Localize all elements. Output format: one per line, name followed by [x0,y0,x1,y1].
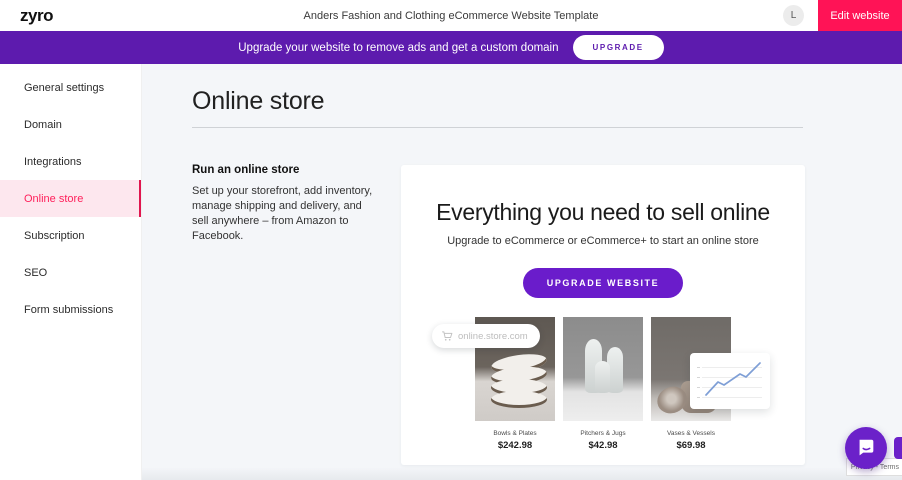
section-intro-title: Run an online store [192,164,374,176]
product-price: $69.98 [651,440,731,451]
store-url-text: online.store.com [458,331,528,342]
upgrade-website-button[interactable]: UPGRADE WEBSITE [523,268,684,298]
site-template-title: Anders Fashion and Clothing eCommerce We… [0,10,902,22]
edit-website-button[interactable]: Edit website [818,0,902,31]
settings-sidebar: General settings Domain Integrations Onl… [0,64,142,480]
product-card: Pitchers & Jugs $42.98 [563,317,643,451]
chat-widget-tab[interactable] [894,437,902,459]
section-intro: Run an online store Set up your storefro… [192,164,374,244]
chat-bubble-icon [855,437,877,459]
sidebar-item-online-store[interactable]: Online store [0,180,141,217]
sidebar-item-seo[interactable]: SEO [0,254,141,291]
title-divider [192,127,803,128]
top-header: zyro Anders Fashion and Clothing eCommer… [0,0,902,31]
user-avatar[interactable]: L [783,5,804,26]
trend-line-chart-icon [703,359,765,401]
sidebar-item-domain[interactable]: Domain [0,106,141,143]
store-url-pill: online.store.com [432,324,540,348]
chat-button[interactable] [845,427,887,469]
cart-icon [441,330,453,342]
upgrade-banner-text: Upgrade your website to remove ads and g… [238,42,558,54]
app-root: zyro Anders Fashion and Clothing eCommer… [0,0,902,480]
product-name: Pitchers & Jugs [563,430,643,437]
upgrade-banner: Upgrade your website to remove ads and g… [0,31,902,64]
product-name: Bowls & Plates [475,430,555,437]
upgrade-button[interactable]: UPGRADE [573,35,664,60]
product-image-pitchers [563,317,643,421]
ecommerce-upsell-card: Everything you need to sell online Upgra… [401,165,805,465]
page-title: Online store [192,87,324,116]
sidebar-item-form-submissions[interactable]: Form submissions [0,291,141,328]
sales-trend-card [690,353,770,409]
product-price: $42.98 [563,440,643,451]
sidebar-item-general-settings[interactable]: General settings [0,69,141,106]
sidebar-item-integrations[interactable]: Integrations [0,143,141,180]
product-name: Vases & Vessels [651,430,731,437]
section-intro-description: Set up your storefront, add inventory, m… [192,184,374,244]
card-subheading: Upgrade to eCommerce or eCommerce+ to st… [401,235,805,247]
main-content: Online store Run an online store Set up … [142,64,902,480]
product-price: $242.98 [475,440,555,451]
sidebar-item-subscription[interactable]: Subscription [0,217,141,254]
card-heading: Everything you need to sell online [401,199,805,226]
